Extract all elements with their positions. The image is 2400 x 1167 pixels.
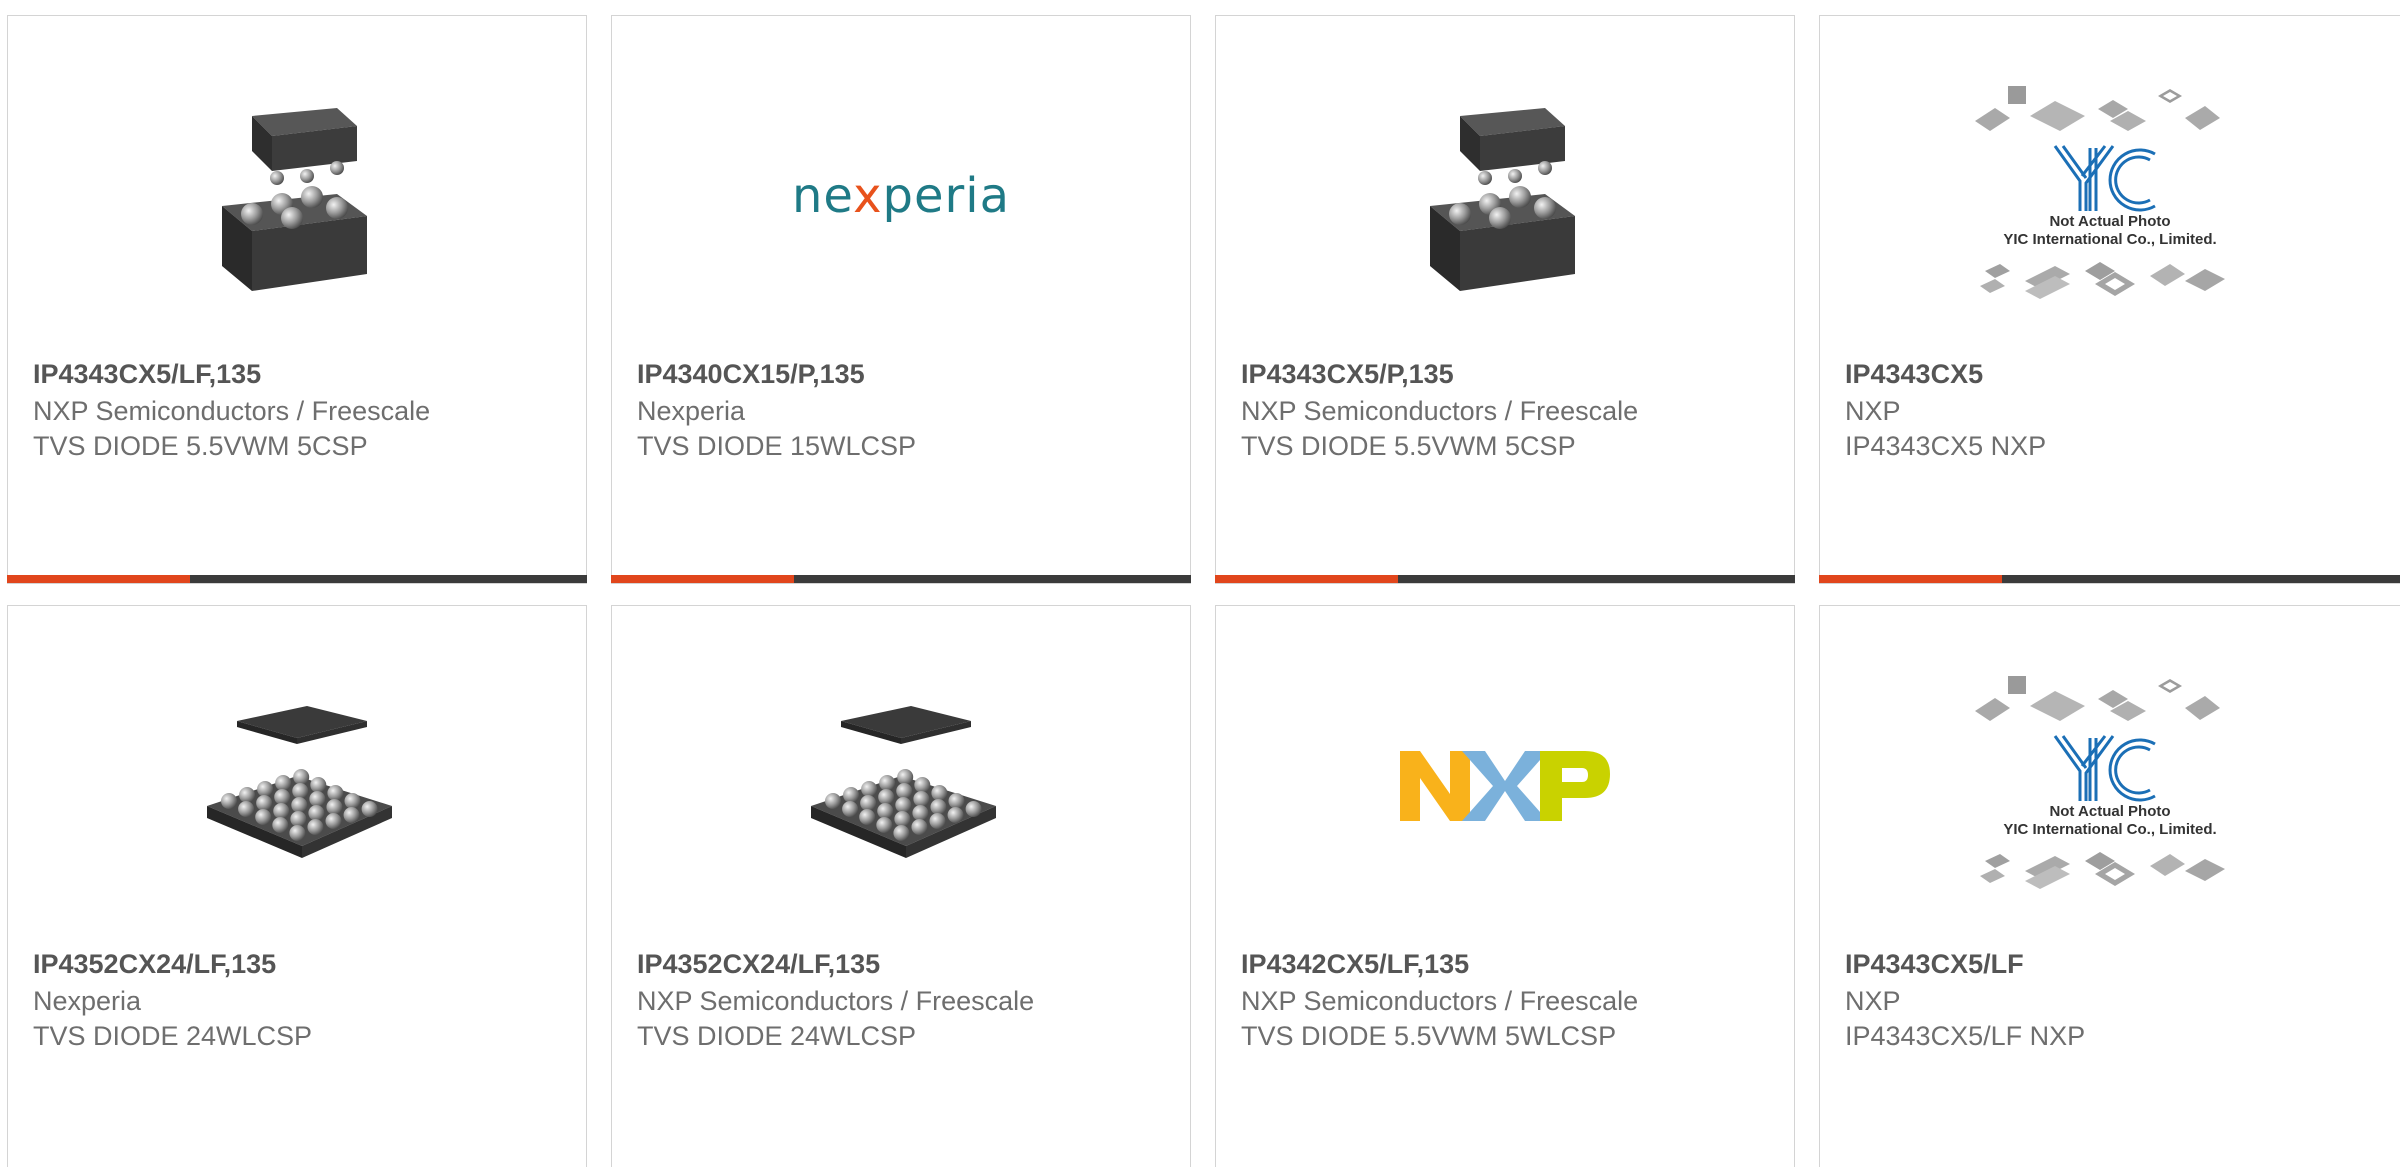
manufacturer: NXP Semiconductors / Freescale — [33, 396, 431, 426]
manufacturer: NXP — [1845, 396, 1901, 426]
svg-text:YIC International Co., Limited: YIC International Co., Limited. — [2003, 231, 2216, 248]
product-card[interactable]: IP4342CX5/LF,135 NXP Semiconductors / Fr… — [1215, 605, 1795, 1167]
product-card[interactable]: IP4352CX24/LF,135 NXP Semiconductors / F… — [611, 605, 1191, 1167]
card-progress-bar — [1215, 575, 1795, 583]
description: TVS DIODE 5.5VWM 5WLCSP — [1241, 1021, 1617, 1051]
manufacturer: NXP Semiconductors / Freescale — [637, 986, 1035, 1016]
card-progress-bar — [611, 575, 1191, 583]
chip-5csp-icon — [1216, 86, 1794, 306]
product-grid: IP4343CX5/LF,135 NXP Semiconductors / Fr… — [0, 0, 2400, 1167]
product-card[interactable]: nexperia IP4340CX15/P,135 Nexperia TVS D… — [611, 15, 1191, 584]
card-progress-bar — [7, 575, 587, 583]
card-accent — [611, 575, 794, 583]
svg-text:Not Actual Photo: Not Actual Photo — [2049, 803, 2170, 820]
product-card[interactable]: Not Actual Photo YIC International Co., … — [1819, 15, 2400, 584]
description: TVS DIODE 24WLCSP — [637, 1021, 917, 1051]
product-card[interactable]: IP4343CX5/P,135 NXP Semiconductors / Fre… — [1215, 15, 1795, 584]
part-number[interactable]: IP4343CX5/LF — [1845, 949, 2024, 980]
part-number[interactable]: IP4343CX5/LF,135 — [33, 359, 261, 390]
chip-5csp-icon — [8, 86, 586, 306]
svg-text:Not Actual Photo: Not Actual Photo — [2049, 213, 2170, 230]
product-card[interactable]: Not Actual Photo YIC International Co., … — [1819, 605, 2400, 1167]
description: TVS DIODE 5.5VWM 5CSP — [1241, 431, 1576, 461]
svg-text:YIC International Co., Limited: YIC International Co., Limited. — [2003, 821, 2216, 838]
manufacturer: NXP Semiconductors / Freescale — [1241, 986, 1639, 1016]
nxp-logo — [1216, 676, 1794, 896]
yic-placeholder-icon: Not Actual Photo YIC International Co., … — [1820, 676, 2400, 896]
part-number[interactable]: IP4343CX5 — [1845, 359, 1983, 390]
part-number[interactable]: IP4343CX5/P,135 — [1241, 359, 1454, 390]
manufacturer: Nexperia — [637, 396, 746, 426]
part-number[interactable]: IP4352CX24/LF,135 — [637, 949, 880, 980]
description: IP4343CX5 NXP — [1845, 431, 2047, 461]
part-number[interactable]: IP4342CX5/LF,135 — [1241, 949, 1469, 980]
product-card[interactable]: IP4352CX24/LF,135 Nexperia TVS DIODE 24W… — [7, 605, 587, 1167]
card-accent — [7, 575, 190, 583]
product-card[interactable]: IP4343CX5/LF,135 NXP Semiconductors / Fr… — [7, 15, 587, 584]
yic-placeholder-icon: Not Actual Photo YIC International Co., … — [1820, 86, 2400, 306]
chip-24wlcsp-icon — [612, 676, 1190, 896]
description: TVS DIODE 5.5VWM 5CSP — [33, 431, 368, 461]
nexperia-logo: nexperia — [792, 168, 1010, 224]
part-number[interactable]: IP4340CX15/P,135 — [637, 359, 865, 390]
manufacturer: Nexperia — [33, 986, 142, 1016]
card-progress-bar — [1819, 575, 2400, 583]
description: IP4343CX5/LF NXP — [1845, 1021, 2086, 1051]
chip-24wlcsp-icon — [8, 676, 586, 896]
manufacturer: NXP — [1845, 986, 1901, 1016]
manufacturer: NXP Semiconductors / Freescale — [1241, 396, 1639, 426]
description: TVS DIODE 15WLCSP — [637, 431, 917, 461]
description: TVS DIODE 24WLCSP — [33, 1021, 313, 1051]
part-number[interactable]: IP4352CX24/LF,135 — [33, 949, 276, 980]
card-accent — [1819, 575, 2002, 583]
card-accent — [1215, 575, 1398, 583]
